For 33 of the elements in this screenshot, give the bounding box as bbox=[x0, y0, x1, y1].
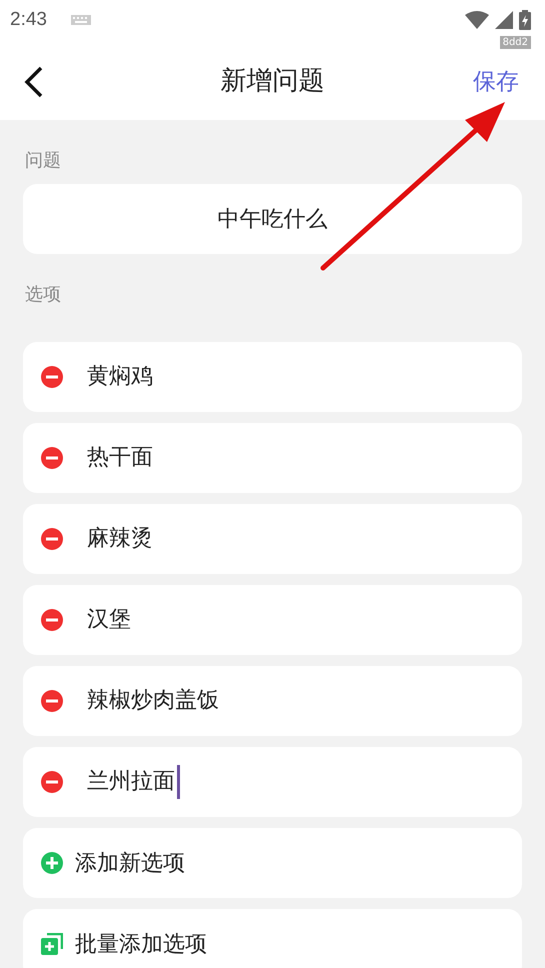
remove-icon[interactable] bbox=[41, 690, 63, 712]
remove-icon[interactable] bbox=[41, 771, 63, 793]
debug-badge: 8dd2 bbox=[500, 36, 531, 49]
option-field[interactable]: 汉堡 bbox=[23, 585, 522, 655]
option-text: 辣椒炒肉盖饭 bbox=[87, 687, 220, 715]
plus-circle-icon bbox=[41, 852, 63, 874]
status-time: 2:43 bbox=[10, 9, 47, 31]
option-text: 汉堡 bbox=[87, 606, 132, 634]
remove-icon[interactable] bbox=[41, 447, 63, 469]
remove-icon[interactable] bbox=[41, 366, 63, 388]
remove-icon[interactable] bbox=[41, 609, 63, 631]
option-field[interactable]: 辣椒炒肉盖饭 bbox=[23, 666, 522, 736]
option-field[interactable]: 热干面 bbox=[23, 423, 522, 493]
keyboard-icon bbox=[70, 15, 91, 25]
option-text: 热干面 bbox=[87, 444, 154, 472]
save-button[interactable]: 保存 bbox=[469, 62, 523, 101]
page-title: 新增问题 bbox=[220, 64, 324, 98]
add-option-button[interactable]: 添加新选项 bbox=[23, 828, 522, 898]
option-field[interactable]: 兰州拉面 bbox=[23, 747, 522, 817]
remove-icon[interactable] bbox=[41, 528, 63, 550]
signal-icon bbox=[495, 11, 513, 29]
option-text: 麻辣烫 bbox=[87, 525, 154, 553]
question-label: 问题 bbox=[24, 149, 62, 173]
option-text: 兰州拉面 bbox=[87, 765, 180, 799]
battery-icon bbox=[519, 10, 531, 30]
option-text: 黄焖鸡 bbox=[87, 363, 154, 391]
copy-plus-icon bbox=[41, 933, 63, 955]
wifi-icon bbox=[465, 11, 489, 29]
option-field[interactable]: 黄焖鸡 bbox=[23, 342, 522, 412]
question-field[interactable]: 中午吃什么 bbox=[23, 184, 522, 254]
options-label: 选项 bbox=[24, 283, 62, 306]
batch-add-button[interactable]: 批量添加选项 bbox=[23, 909, 522, 968]
option-field[interactable]: 麻辣烫 bbox=[23, 504, 522, 574]
